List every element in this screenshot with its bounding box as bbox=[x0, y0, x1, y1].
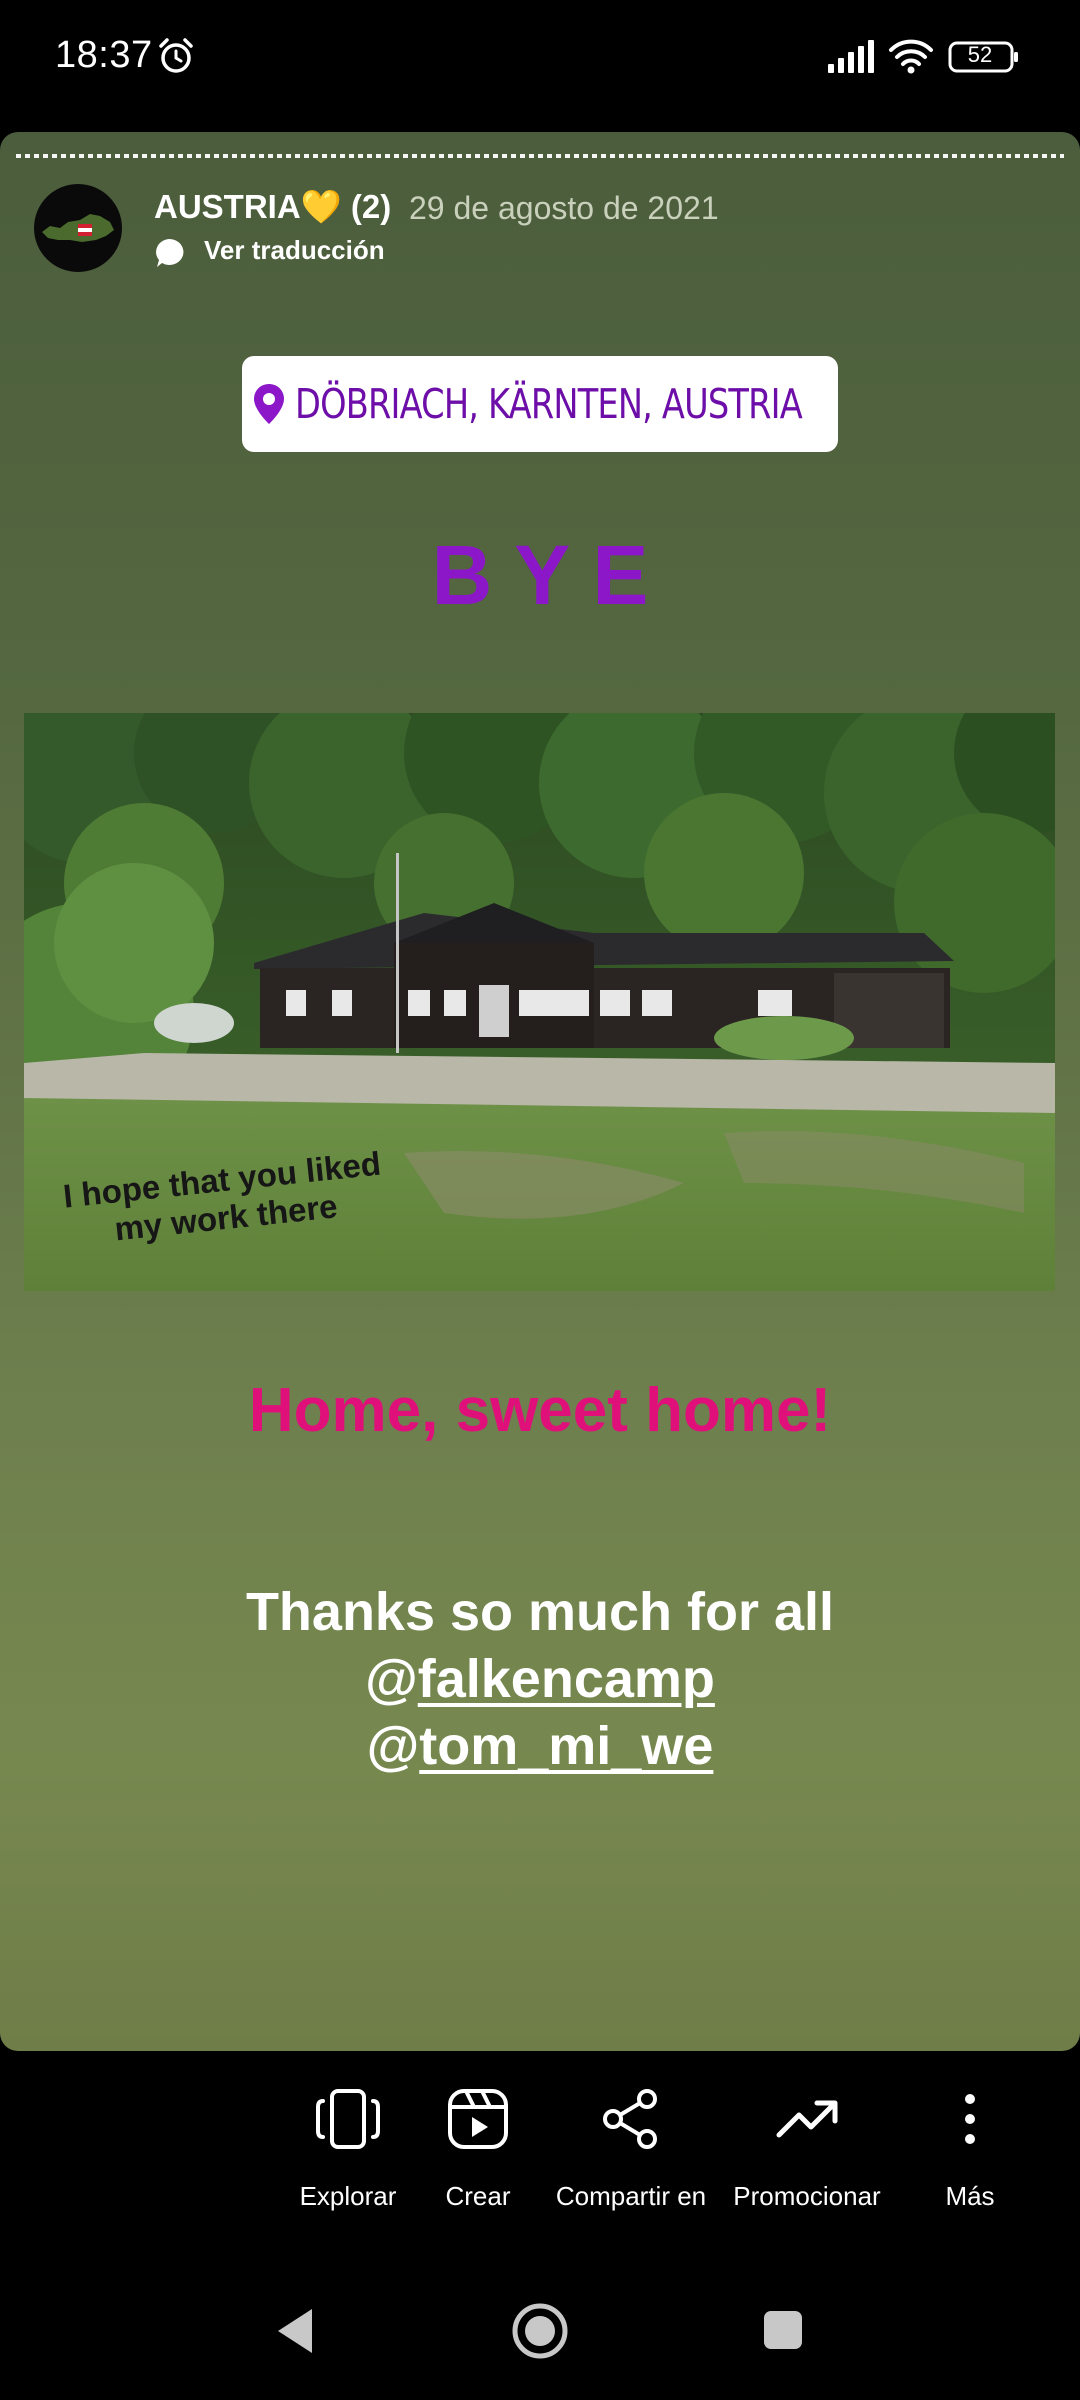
more-vertical-icon bbox=[965, 2094, 975, 2144]
back-icon[interactable] bbox=[272, 2305, 316, 2357]
create-label: Crear bbox=[445, 2181, 511, 2211]
explore-label: Explorar bbox=[299, 2181, 397, 2211]
home-icon[interactable] bbox=[510, 2301, 570, 2361]
mention-prefix: @ bbox=[365, 1649, 418, 1709]
battery-level: 52 bbox=[967, 42, 993, 67]
location-label: DÖBRIACH, KÄRNTEN, AUSTRIA bbox=[294, 380, 803, 428]
signal-icon bbox=[828, 40, 874, 73]
status-bar: 18:37 52 bbox=[0, 0, 1080, 115]
story-progress-bar bbox=[16, 154, 1064, 158]
story-viewer[interactable]: AUSTRIA💛 (2) 29 de agosto de 2021 Ver tr… bbox=[0, 132, 1080, 2051]
mention-falkencamp[interactable]: @falkencamp bbox=[0, 1646, 1080, 1713]
wifi-icon bbox=[889, 39, 933, 74]
trending-icon bbox=[776, 2100, 838, 2138]
austria-map-icon bbox=[42, 214, 114, 242]
status-time: 18:37 bbox=[55, 34, 153, 76]
location-sticker[interactable]: DÖBRIACH, KÄRNTEN, AUSTRIA bbox=[242, 356, 838, 452]
system-nav-bar bbox=[0, 2271, 1080, 2400]
home-sweet-home-text: Home, sweet home! bbox=[248, 1376, 832, 1445]
mention-name: tom_mi_we bbox=[419, 1716, 714, 1776]
recents-icon[interactable] bbox=[762, 2309, 804, 2351]
translate-bubble-icon bbox=[156, 239, 184, 267]
thanks-line: Thanks so much for all bbox=[245, 1582, 835, 1642]
bye-text: BYE bbox=[431, 528, 671, 622]
see-translation-link[interactable]: Ver traducción bbox=[204, 235, 385, 266]
alarm-icon bbox=[159, 38, 193, 73]
location-pin-icon bbox=[253, 384, 284, 424]
screen: 18:37 52 AUSTRIA💛 (2) 29 de agosto de 20… bbox=[0, 0, 1080, 2400]
cabin-photo: I hope that you liked my work there bbox=[24, 713, 1055, 1291]
thanks-block: Thanks so much for all @falkencamp @tom_… bbox=[0, 1579, 1080, 1780]
share-label: Compartir en bbox=[555, 2181, 707, 2211]
mention-tom-mi-we[interactable]: @tom_mi_we bbox=[0, 1713, 1080, 1780]
promote-label: Promocionar bbox=[733, 2181, 881, 2211]
more-button[interactable]: Más bbox=[910, 2087, 1030, 2212]
story-date: 29 de agosto de 2021 bbox=[409, 190, 719, 226]
avatar[interactable] bbox=[34, 184, 122, 272]
create-button[interactable]: Crear bbox=[418, 2087, 538, 2212]
story-title[interactable]: AUSTRIA💛 (2) bbox=[154, 188, 391, 227]
story-action-bar: Explorar Crear Compartir en Promocionar … bbox=[0, 2051, 1080, 2271]
mention-prefix: @ bbox=[366, 1716, 420, 1776]
reels-icon bbox=[448, 2089, 508, 2149]
share-icon bbox=[603, 2089, 657, 2149]
more-label: Más bbox=[945, 2181, 995, 2211]
mention-name: falkencamp bbox=[417, 1649, 715, 1709]
promote-button[interactable]: Promocionar bbox=[726, 2087, 888, 2212]
explore-button[interactable]: Explorar bbox=[288, 2087, 408, 2212]
explore-icon bbox=[316, 2089, 380, 2149]
share-button[interactable]: Compartir en bbox=[550, 2087, 712, 2212]
